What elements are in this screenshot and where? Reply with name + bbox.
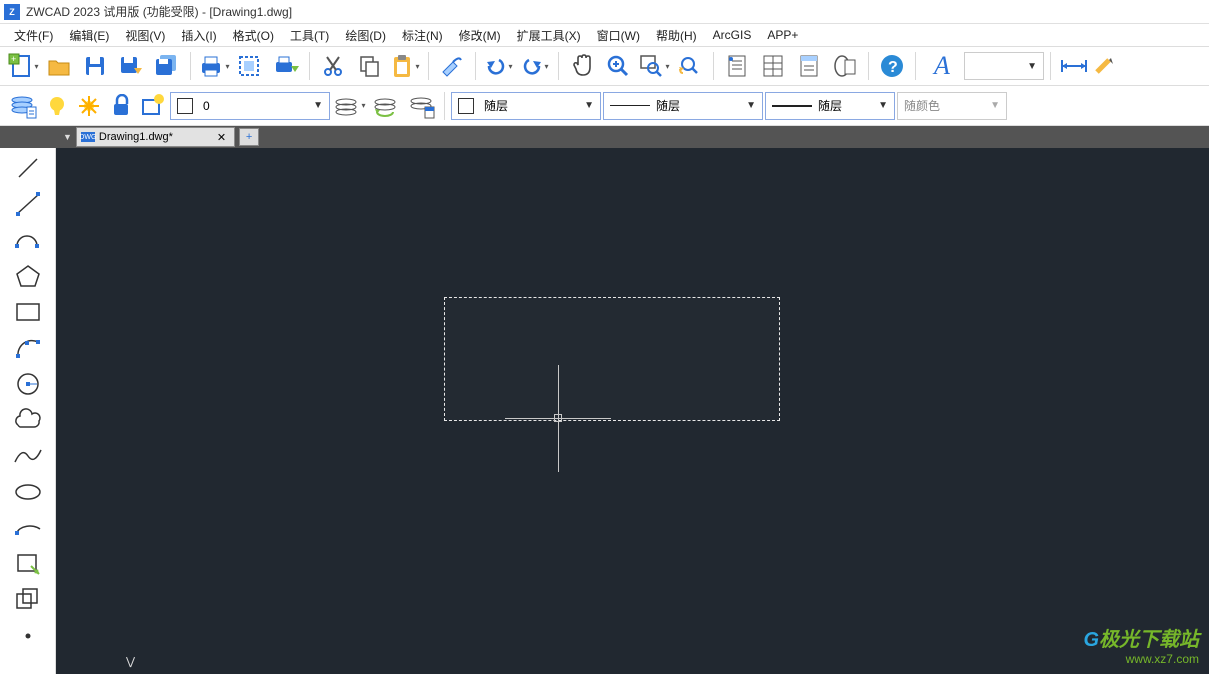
pan-button[interactable] <box>565 49 599 83</box>
lineweight-label: 随层 <box>818 97 842 114</box>
copy-button[interactable] <box>352 49 386 83</box>
cursor-pickbox <box>554 414 562 422</box>
layer-manager-button[interactable] <box>6 89 40 123</box>
menu-edit[interactable]: 编辑(E) <box>65 25 113 46</box>
help-button[interactable]: ? <box>875 49 909 83</box>
make-block-tool[interactable] <box>8 582 48 618</box>
construction-line-tool[interactable] <box>8 186 48 222</box>
menu-app-plus[interactable]: APP+ <box>763 26 802 44</box>
arc-tool[interactable] <box>8 330 48 366</box>
linetype-label: 随层 <box>656 97 680 114</box>
layer-freeze-icon[interactable] <box>74 89 104 123</box>
paste-button[interactable]: ▾ <box>388 49 422 83</box>
menu-draw[interactable]: 绘图(D) <box>341 25 390 46</box>
menu-help[interactable]: 帮助(H) <box>652 25 701 46</box>
layer-lock-icon[interactable] <box>106 89 136 123</box>
draw-toolbox <box>0 148 56 674</box>
titlebar: Z ZWCAD 2023 试用版 (功能受限) - [Drawing1.dwg] <box>0 0 1209 24</box>
svg-text:?: ? <box>888 59 898 76</box>
document-tab-label: Drawing1.dwg* <box>99 131 209 143</box>
save-button[interactable] <box>78 49 112 83</box>
print-button[interactable]: ▾ <box>197 49 231 83</box>
linetype-dropdown[interactable]: 随层 ▼ <box>603 92 763 120</box>
rectangle-tool[interactable] <box>8 294 48 330</box>
lineweight-preview-icon <box>772 105 812 107</box>
layer-current-name: 0 <box>203 99 210 113</box>
spline-tool[interactable] <box>8 438 48 474</box>
publish-button[interactable] <box>269 49 303 83</box>
standard-toolbar: +▾ ▾ ▾ ▾ ▾ ▾ ? A ▼ <box>0 46 1209 86</box>
layer-color-swatch <box>177 98 193 114</box>
insert-block-tool[interactable] <box>8 546 48 582</box>
menu-arcgis[interactable]: ArcGIS <box>709 26 756 44</box>
new-tab-button[interactable]: + <box>239 128 259 146</box>
cut-button[interactable] <box>316 49 350 83</box>
menu-view[interactable]: 视图(V) <box>121 25 169 46</box>
layer-on-icon[interactable] <box>42 89 72 123</box>
color-dropdown[interactable]: 随层 ▼ <box>451 92 601 120</box>
ellipse-arc-tool[interactable] <box>8 510 48 546</box>
selection-rectangle <box>444 297 780 421</box>
tab-close-button[interactable]: ✕ <box>213 131 230 144</box>
linetype-preview-icon <box>610 105 650 106</box>
lineweight-dropdown[interactable]: 随层 ▼ <box>765 92 895 120</box>
line-tool[interactable] <box>8 150 48 186</box>
menu-ext-tools[interactable]: 扩展工具(X) <box>513 25 585 46</box>
properties-button[interactable] <box>720 49 754 83</box>
text-style-button[interactable]: A <box>922 49 962 83</box>
design-center-button[interactable] <box>756 49 790 83</box>
layer-states-button[interactable] <box>368 89 402 123</box>
window-title: ZWCAD 2023 试用版 (功能受限) - [Drawing1.dwg] <box>26 3 292 20</box>
tab-scroll-icon[interactable]: ▼ <box>59 132 76 142</box>
plotstyle-label: 随颜色 <box>904 97 940 114</box>
new-file-button[interactable]: +▾ <box>6 49 40 83</box>
menu-dimension[interactable]: 标注(N) <box>398 25 447 46</box>
menu-file[interactable]: 文件(F) <box>10 25 57 46</box>
color-label: 随层 <box>484 97 508 114</box>
layer-previous-button[interactable]: ▾ <box>332 89 366 123</box>
ellipse-tool[interactable] <box>8 474 48 510</box>
layer-isolate-button[interactable] <box>138 89 168 123</box>
app-icon: Z <box>4 4 20 20</box>
document-tab-active[interactable]: DWG Drawing1.dwg* ✕ <box>76 127 235 147</box>
zoom-window-button[interactable]: ▾ <box>637 49 671 83</box>
revision-cloud-tool[interactable] <box>8 402 48 438</box>
svg-text:+: + <box>11 54 16 64</box>
layer-toolbar: 0 ▼ ▾ 随层 ▼ 随层 ▼ 随层 ▼ 随颜色 ▼ <box>0 86 1209 126</box>
menu-modify[interactable]: 修改(M) <box>455 25 505 46</box>
menubar: 文件(F) 编辑(E) 视图(V) 插入(I) 格式(O) 工具(T) 绘图(D… <box>0 24 1209 46</box>
point-tool[interactable] <box>8 618 48 654</box>
drawing-canvas[interactable]: ⋁ <box>56 148 1209 674</box>
zoom-previous-button[interactable] <box>673 49 707 83</box>
menu-tools[interactable]: 工具(T) <box>286 25 333 46</box>
redo-button[interactable]: ▾ <box>518 49 552 83</box>
menu-window[interactable]: 窗口(W) <box>593 25 644 46</box>
polyline-tool[interactable] <box>8 222 48 258</box>
menu-insert[interactable]: 插入(I) <box>177 25 220 46</box>
menu-format[interactable]: 格式(O) <box>229 25 278 46</box>
polygon-tool[interactable] <box>8 258 48 294</box>
sheet-set-button[interactable] <box>828 49 862 83</box>
layer-walk-button[interactable] <box>404 89 438 123</box>
dimension-style-button[interactable] <box>1093 49 1117 83</box>
circle-tool[interactable] <box>8 366 48 402</box>
text-style-dropdown[interactable]: ▼ <box>964 52 1044 80</box>
ucs-icon: ⋁ <box>126 655 135 668</box>
layer-dropdown[interactable]: 0 ▼ <box>170 92 330 120</box>
undo-button[interactable]: ▾ <box>482 49 516 83</box>
saveall-button[interactable] <box>150 49 184 83</box>
saveas-button[interactable] <box>114 49 148 83</box>
color-swatch <box>458 98 474 114</box>
open-file-button[interactable] <box>42 49 76 83</box>
document-tabbar: ▼ DWG Drawing1.dwg* ✕ + <box>0 126 1209 148</box>
tool-palette-button[interactable] <box>792 49 826 83</box>
print-preview-button[interactable] <box>233 49 267 83</box>
dwg-file-icon: DWG <box>81 132 95 142</box>
match-props-button[interactable] <box>435 49 469 83</box>
plotstyle-dropdown[interactable]: 随颜色 ▼ <box>897 92 1007 120</box>
zoom-realtime-button[interactable] <box>601 49 635 83</box>
dimension-tool-button[interactable] <box>1057 49 1091 83</box>
